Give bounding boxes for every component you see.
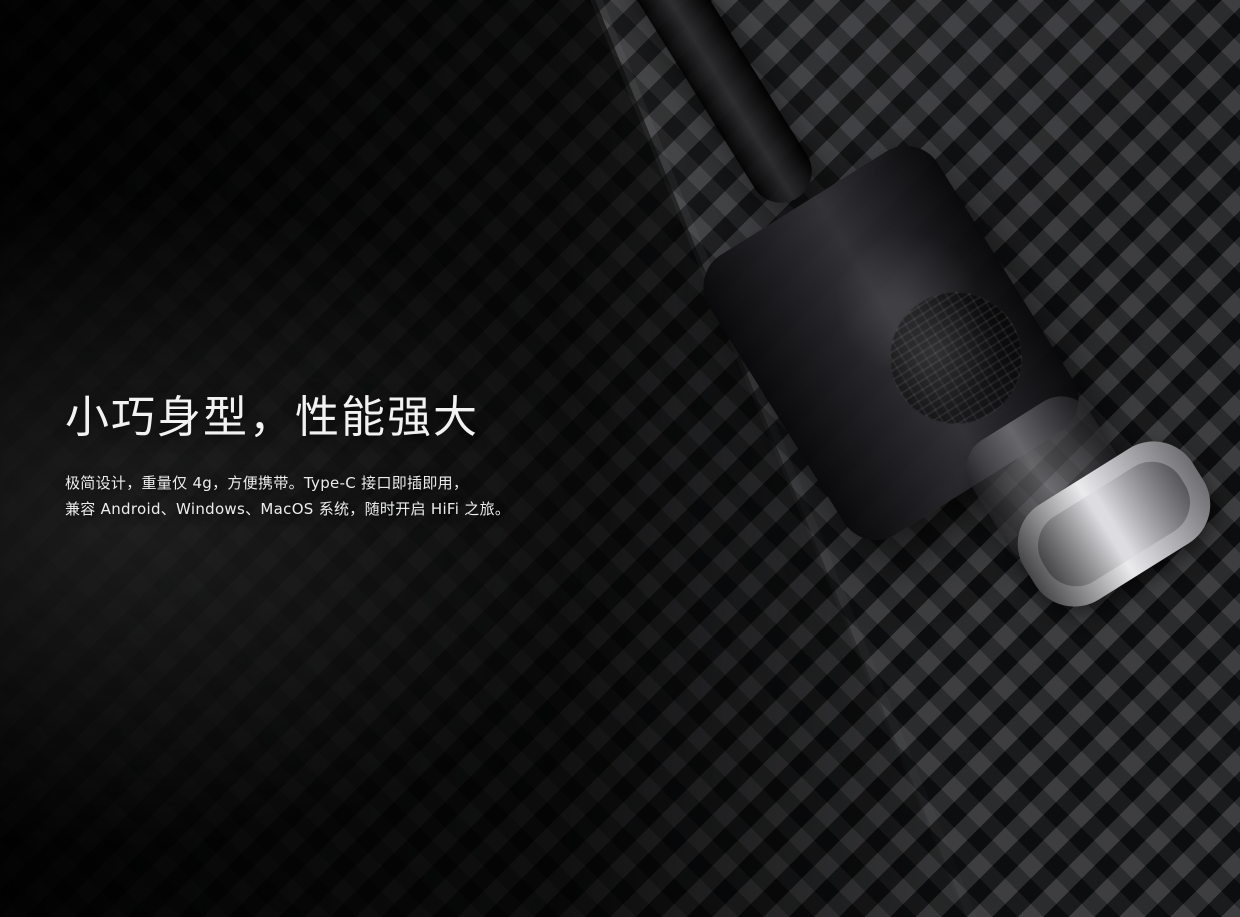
description-line-1: 极简设计，重量仅 4g，方便携带。Type-C 接口即插即用， (65, 474, 469, 492)
headline: 小巧身型，性能强大 (65, 392, 479, 443)
hero-banner: 小巧身型，性能强大 极简设计，重量仅 4g，方便携带。Type-C 接口即插即用… (0, 0, 1240, 917)
description: 极简设计，重量仅 4g，方便携带。Type-C 接口即插即用， 兼容 Andro… (65, 470, 625, 522)
hero-copy: 小巧身型，性能强大 极简设计，重量仅 4g，方便携带。Type-C 接口即插即用… (65, 392, 625, 522)
description-line-2: 兼容 Android、Windows、MacOS 系统，随时开启 HiFi 之旅… (65, 500, 511, 518)
